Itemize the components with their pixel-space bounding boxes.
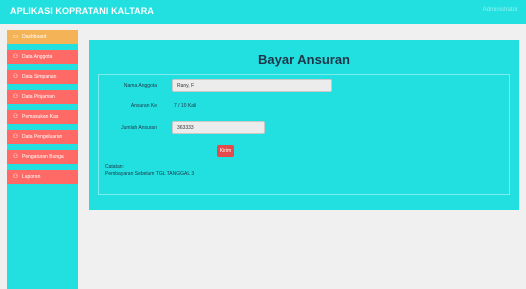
sidebar-item-label: Data Anggota [22,54,53,60]
sidebar-item-label: Laporan [22,174,41,180]
sidebar-item-data-pengeluaran[interactable]: ⚇ Data Pengeluaran [7,130,78,144]
member-name-field[interactable]: Rany, F [172,79,332,92]
sidebar-item-label: Data Simpanan [22,74,57,80]
sidebar-item-label: Pengaturan Bunga [22,154,64,160]
top-bar: APLIKASI KOPRATANI KALTARA Administrator [0,0,526,24]
app-title: APLIKASI KOPRATANI KALTARA [10,6,154,16]
main-content: Bayar Ansuran Nama Anggota Rany, F Ansur… [89,40,519,210]
note-text: Pembayaran Sebelum TGL TANGGAL 3 [105,171,195,177]
installment-number-label: Ansuran Ke [130,103,157,109]
sidebar-item-data-anggota[interactable]: ⚇ Data Anggota [7,50,78,64]
sidebar-item-data-pinjaman[interactable]: ⚇ Data Pinjaman [7,90,78,104]
sidebar-item-pemasukan-kas[interactable]: ⚇ Pemasukan Kas [7,110,78,124]
installment-amount-field[interactable]: 363333 [172,121,265,134]
submit-button[interactable]: Kirim [217,145,234,157]
sidebar-item-label: Pemasukan Kas [22,114,59,120]
sidebar-item-laporan[interactable]: ⚇ Laporan [7,170,78,184]
installment-amount-label: Jumlah Ansuran [121,125,157,131]
dashboard-icon: ▭ [12,33,19,40]
member-name-label: Nama Anggota [123,83,157,89]
users-icon: ⚇ [12,53,19,60]
users-icon: ⚇ [12,173,19,180]
note-title: Catatan: [105,164,124,170]
installment-number-value: 7 / 10 Kali [174,103,197,109]
sidebar-item-dashboard[interactable]: ▭ Dashboard [7,30,78,44]
user-menu[interactable]: Administrator [483,7,518,13]
page-title: Bayar Ansuran [258,52,350,67]
sidebar-item-pengaturan-bunga[interactable]: ⚇ Pengaturan Bunga [7,150,78,164]
users-icon: ⚇ [12,133,19,140]
sidebar-item-label: Data Pengeluaran [22,134,63,140]
sidebar-item-label: Data Pinjaman [22,94,55,100]
users-icon: ⚇ [12,93,19,100]
sidebar-item-label: Dashboard [22,34,47,40]
sidebar-item-data-simpanan[interactable]: ⚇ Data Simpanan [7,70,78,84]
sidebar: ▭ Dashboard ⚇ Data Anggota ⚇ Data Simpan… [7,30,78,289]
users-icon: ⚇ [12,153,19,160]
users-icon: ⚇ [12,113,19,120]
users-icon: ⚇ [12,73,19,80]
payment-form-panel: Nama Anggota Rany, F Ansuran Ke 7 / 10 K… [98,74,510,195]
